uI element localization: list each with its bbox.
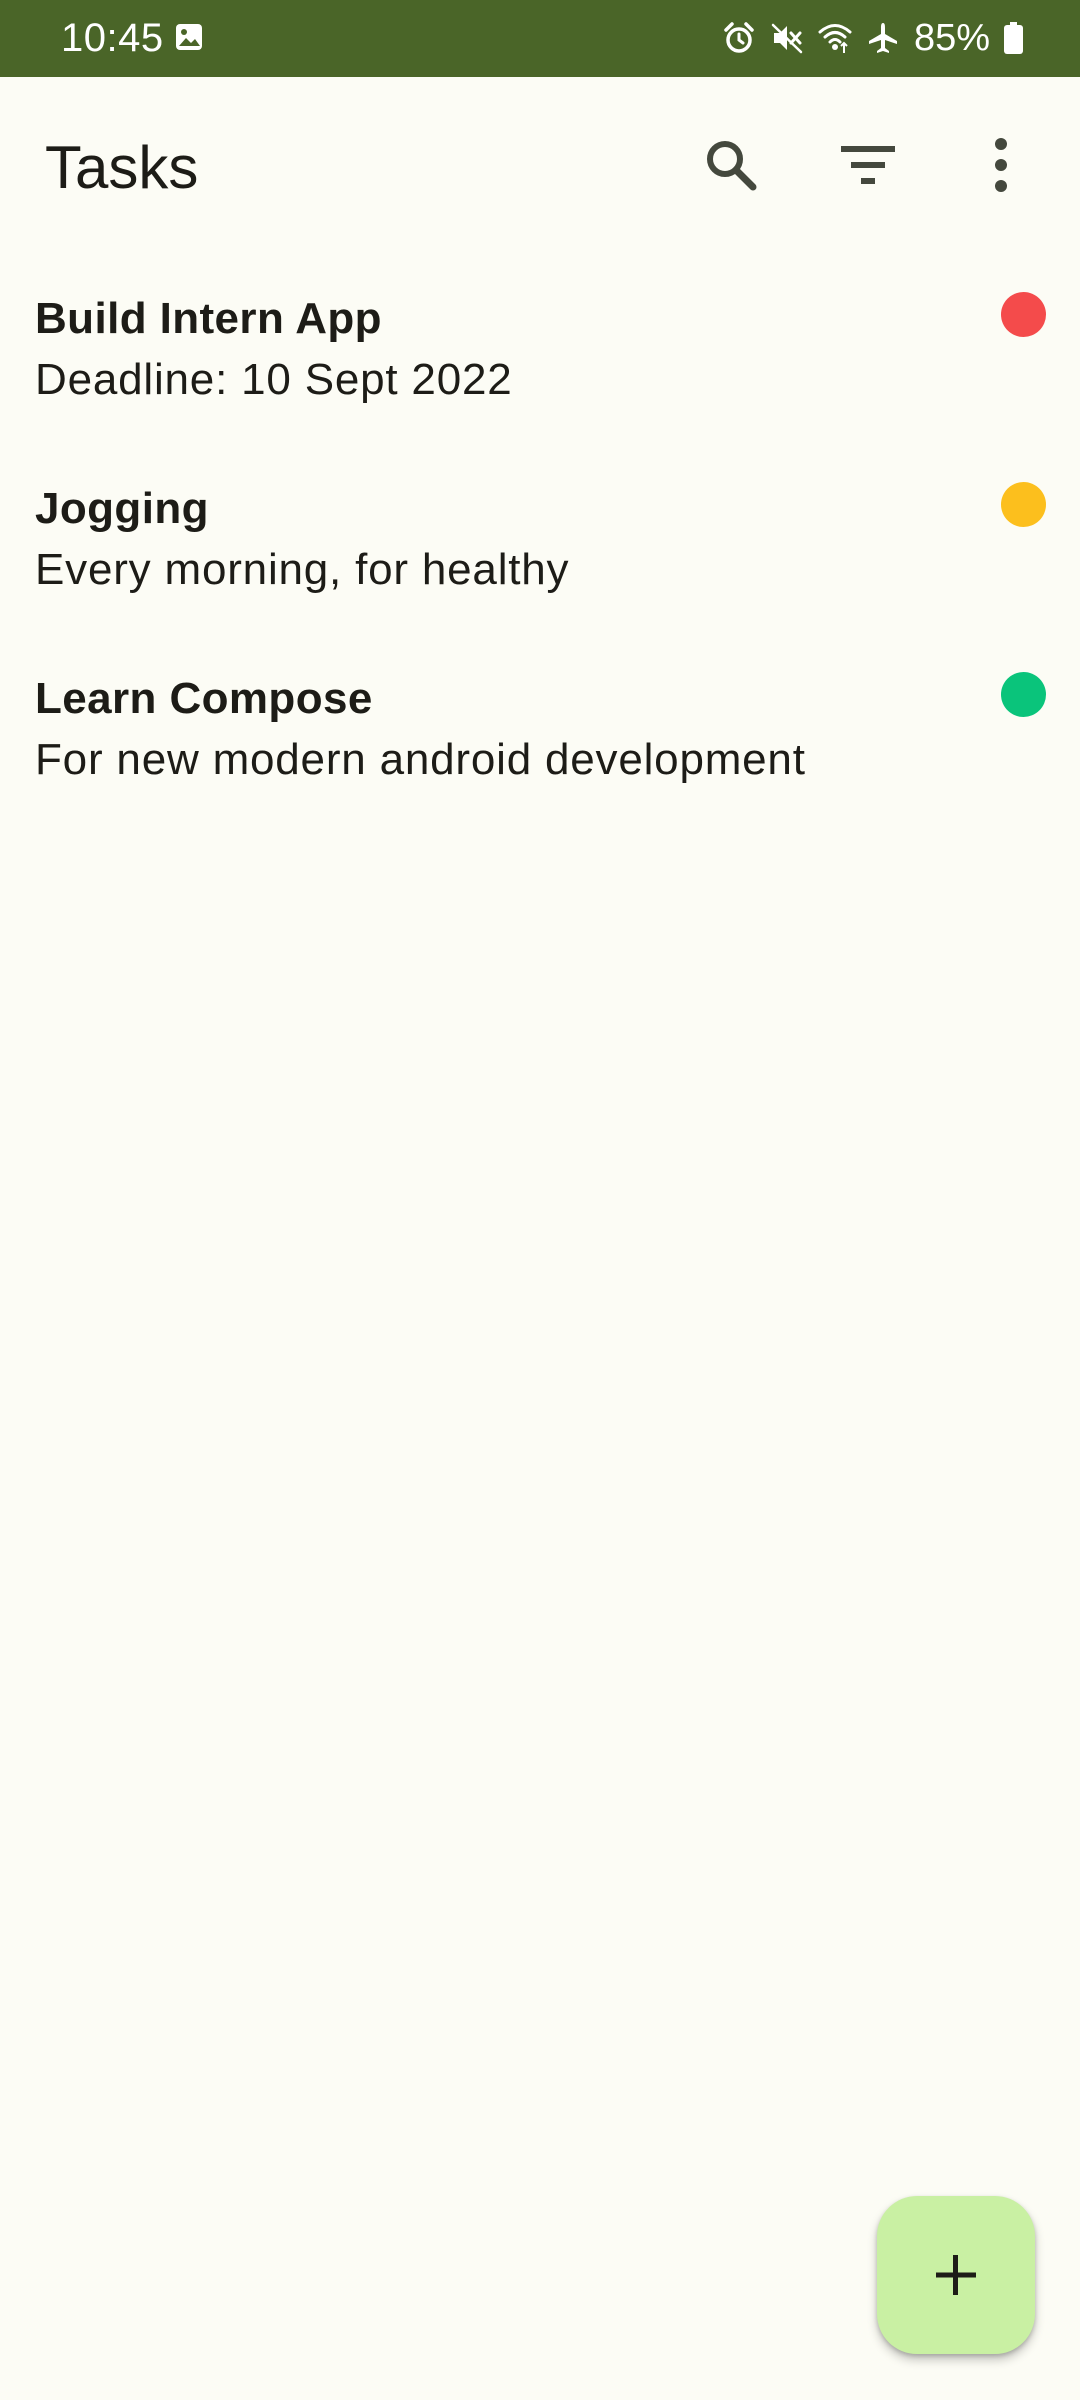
task-list: Build Intern App Deadline: 10 Sept 2022 … bbox=[0, 262, 1080, 832]
task-title: Jogging bbox=[35, 484, 209, 533]
battery-icon bbox=[1004, 22, 1023, 54]
battery-percent: 85% bbox=[913, 17, 990, 59]
page-title: Tasks bbox=[45, 134, 199, 201]
top-app-bar: Tasks bbox=[0, 77, 1080, 262]
priority-indicator bbox=[1001, 292, 1046, 337]
task-title: Build Intern App bbox=[35, 294, 382, 343]
alarm-icon bbox=[724, 22, 754, 53]
status-time: 10:45 bbox=[61, 16, 164, 60]
mute-icon bbox=[771, 23, 803, 54]
task-item[interactable]: Learn Compose For new modern android dev… bbox=[0, 642, 1080, 832]
task-description: Deadline: 10 Sept 2022 bbox=[35, 355, 513, 404]
filter-icon bbox=[841, 146, 895, 184]
airplane-icon bbox=[868, 23, 897, 53]
add-icon bbox=[936, 2255, 976, 2295]
task-description: For new modern android development bbox=[35, 735, 806, 784]
add-task-button[interactable] bbox=[877, 2196, 1035, 2354]
search-button[interactable] bbox=[683, 117, 779, 213]
priority-indicator bbox=[1001, 672, 1046, 717]
wifi-icon bbox=[818, 24, 852, 53]
task-item[interactable]: Jogging Every morning, for healthy bbox=[0, 452, 1080, 642]
filter-button[interactable] bbox=[820, 117, 916, 213]
gallery-icon bbox=[176, 24, 202, 50]
more-options-button[interactable] bbox=[953, 117, 1049, 213]
more-vert-icon bbox=[995, 138, 1007, 192]
task-description: Every morning, for healthy bbox=[35, 545, 570, 594]
task-title: Learn Compose bbox=[35, 674, 373, 723]
priority-indicator bbox=[1001, 482, 1046, 527]
task-item[interactable]: Build Intern App Deadline: 10 Sept 2022 bbox=[0, 262, 1080, 452]
status-icons: 85% bbox=[722, 13, 1023, 63]
status-bar: 10:45 85% bbox=[0, 0, 1080, 77]
search-icon bbox=[707, 141, 757, 191]
